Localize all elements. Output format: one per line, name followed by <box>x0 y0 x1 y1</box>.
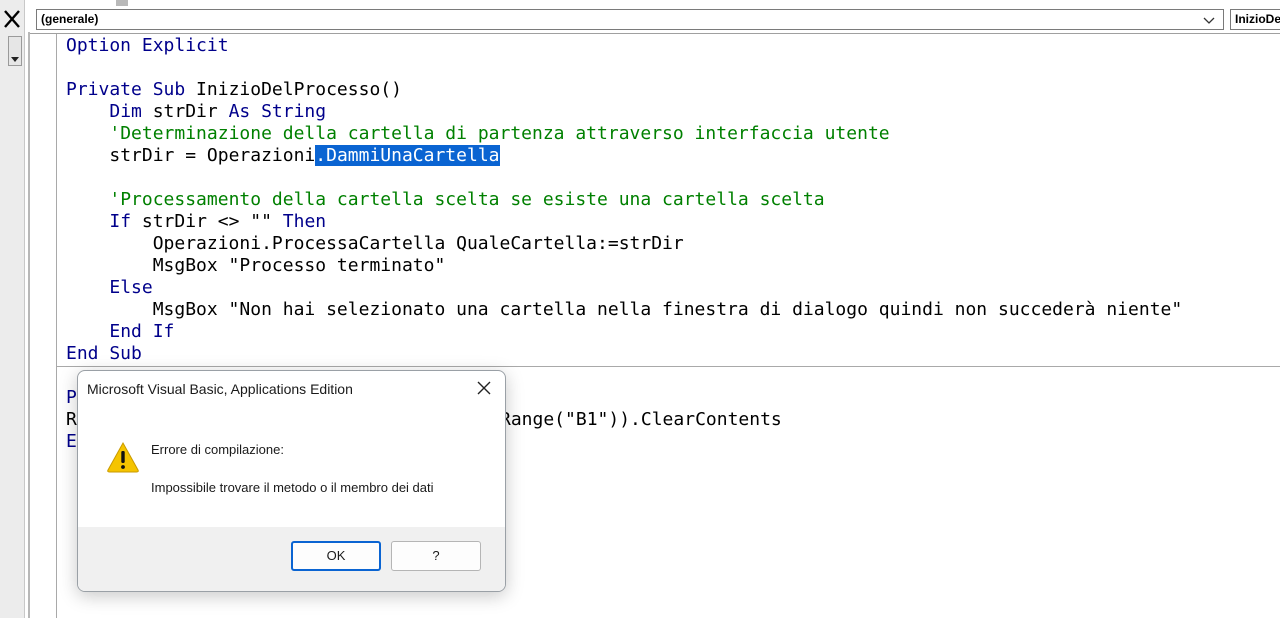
code-line-5[interactable]: strDir = Operazioni.DammiUnaCartella <box>66 145 500 167</box>
code-line-9[interactable]: MsgBox "Processo terminato" <box>66 255 446 277</box>
margin-indicator-line <box>56 34 57 618</box>
code-line-3[interactable]: Dim strDir As String <box>66 101 326 123</box>
code-text: Operazioni.ProcessaCartella QualeCartell… <box>152 233 684 254</box>
code-line-4[interactable]: 'Determinazione della cartella di parten… <box>66 123 890 145</box>
code-text: strDir <box>141 101 229 122</box>
code-line-8[interactable]: Operazioni.ProcessaCartella QualeCartell… <box>66 233 684 255</box>
code-text: strDir = Operazioni <box>109 145 316 166</box>
keyword: Option Explicit <box>66 35 229 56</box>
keyword: P <box>66 387 77 408</box>
code-line-1[interactable]: Option Explicit <box>66 35 229 57</box>
object-combo-value: (generale) <box>41 12 99 26</box>
split-bar[interactable] <box>8 36 22 66</box>
code-text: InizioDelProcesso() <box>185 79 402 100</box>
code-text: MsgBox "Non hai selezionato una cartella… <box>152 299 1183 320</box>
compile-error-dialog: Microsoft Visual Basic, Applications Edi… <box>77 370 506 592</box>
chevron-down-icon[interactable] <box>1203 15 1215 25</box>
dialog-title: Microsoft Visual Basic, Applications Edi… <box>87 381 353 397</box>
editor-top-rule <box>30 33 1280 34</box>
splitter-handle[interactable] <box>116 0 128 6</box>
procedure-combo[interactable]: InizioDelProcesso <box>1230 9 1280 30</box>
code-line-11[interactable]: MsgBox "Non hai selezionato una cartella… <box>66 299 1183 321</box>
comment: 'Determinazione della cartella di parten… <box>109 123 890 144</box>
code-text: Range("B1")).ClearContents <box>500 409 782 430</box>
object-combo[interactable]: (generale) <box>36 9 1224 30</box>
code-text: MsgBox "Processo terminato" <box>152 255 446 276</box>
code-line-2[interactable]: Private Sub InizioDelProcesso() <box>66 79 402 101</box>
dialog-footer: OK ? <box>78 527 505 591</box>
close-icon[interactable] <box>2 8 22 30</box>
code-line-16[interactable]: E <box>66 431 77 453</box>
ok-button[interactable]: OK <box>291 541 381 571</box>
error-message: Impossibile trovare il metodo o il membr… <box>151 480 434 495</box>
code-line-13[interactable]: End Sub <box>66 343 142 365</box>
keyword: Private Sub <box>66 79 186 100</box>
help-button[interactable]: ? <box>391 541 481 571</box>
warning-icon <box>107 441 139 473</box>
code-line-14[interactable]: P <box>66 387 77 409</box>
dialog-body: Errore di compilazione: Impossibile trov… <box>78 407 505 527</box>
selected-text: .DammiUnaCartella <box>315 145 500 166</box>
procedure-combo-value: InizioDelProcesso <box>1235 12 1280 26</box>
code-line-7[interactable]: If strDir <> "" Then <box>66 211 326 233</box>
code-line-12[interactable]: End If <box>66 321 174 343</box>
keyword: Dim <box>109 101 142 122</box>
keyword: End Sub <box>66 343 142 364</box>
code-line-6[interactable]: 'Processamento della cartella scelta se … <box>66 189 825 211</box>
keyword: Else <box>109 277 153 298</box>
editor-left-border <box>28 32 30 618</box>
code-line-15[interactable]: R <box>66 409 77 431</box>
code-text: R <box>66 409 77 430</box>
arrow-down-icon <box>11 57 19 62</box>
keyword: End If <box>109 321 175 342</box>
keyword: E <box>66 431 77 452</box>
code-line-15-tail[interactable]: Range("B1")).ClearContents <box>500 409 782 431</box>
error-heading: Errore di compilazione: <box>151 442 284 457</box>
keyword: Then <box>282 211 327 232</box>
dialog-close-icon[interactable] <box>475 379 493 397</box>
procedure-separator <box>57 366 1280 367</box>
left-strip <box>0 0 25 618</box>
code-line-10[interactable]: Else <box>66 277 153 299</box>
keyword: As String <box>228 101 327 122</box>
code-text: strDir <> "" <box>131 211 283 232</box>
keyword: If <box>109 211 132 232</box>
comment: 'Processamento della cartella scelta se … <box>109 189 825 210</box>
